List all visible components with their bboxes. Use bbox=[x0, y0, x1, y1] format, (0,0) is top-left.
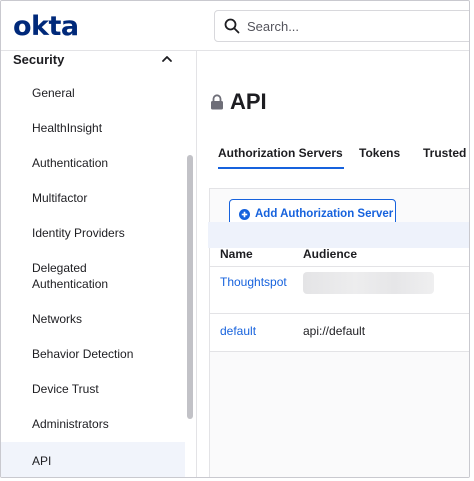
sidebar-item-label: API bbox=[32, 453, 52, 468]
tab-bar: Authorization Servers Tokens Trusted O bbox=[209, 143, 469, 169]
sidebar-item-networks[interactable]: Networks bbox=[1, 310, 185, 328]
search-icon bbox=[224, 18, 240, 34]
app-window: okta Security General HealthInsight Auth… bbox=[0, 0, 470, 478]
sidebar-item-label: HealthInsight bbox=[32, 121, 103, 135]
tab-label: Trusted O bbox=[423, 146, 469, 160]
chevron-up-icon[interactable] bbox=[161, 53, 173, 65]
column-header-audience: Audience bbox=[303, 247, 358, 261]
table-row: Thoughtspot bbox=[210, 267, 469, 314]
server-name-link[interactable]: Thoughtspot bbox=[220, 275, 287, 289]
lock-icon bbox=[211, 94, 223, 110]
sidebar-item-api[interactable]: API bbox=[1, 442, 185, 477]
sidebar-item-healthinsight[interactable]: HealthInsight bbox=[1, 119, 185, 137]
tab-authorization-servers[interactable]: Authorization Servers bbox=[218, 143, 344, 169]
sidebar-item-label: Authentication bbox=[32, 156, 109, 170]
page-title: API bbox=[210, 89, 267, 115]
audience-value: api://default bbox=[303, 324, 366, 338]
security-section-label: Security bbox=[13, 51, 65, 67]
sidebar-item-administrators[interactable]: Administrators bbox=[1, 415, 185, 433]
sidebar-item-delegated-authentication[interactable]: Delegated Authentication bbox=[1, 259, 185, 293]
sidebar-item-device-trust[interactable]: Device Trust bbox=[1, 380, 185, 398]
tab-tokens[interactable]: Tokens bbox=[359, 143, 400, 169]
sidebar-item-label: General bbox=[32, 86, 75, 100]
main-content: API Authorization Servers Tokens Trusted… bbox=[198, 51, 469, 477]
page-title-text: API bbox=[230, 89, 267, 114]
sidebar-item-identity-providers[interactable]: Identity Providers bbox=[1, 224, 185, 242]
plus-circle-icon bbox=[239, 208, 250, 220]
sidebar-item-label: Administrators bbox=[32, 417, 109, 431]
add-button-label: Add Authorization Server bbox=[255, 208, 394, 220]
column-header-name: Name bbox=[220, 247, 253, 261]
security-section-header[interactable]: Security bbox=[13, 51, 173, 67]
sidebar-item-label: Multifactor bbox=[32, 191, 88, 205]
sidebar-item-label: Identity Providers bbox=[32, 226, 125, 240]
tab-trusted-origins[interactable]: Trusted O bbox=[423, 143, 469, 169]
sidebar-item-multifactor[interactable]: Multifactor bbox=[1, 189, 185, 207]
sidebar-item-label: Behavior Detection bbox=[32, 347, 134, 361]
tab-label: Tokens bbox=[359, 146, 401, 160]
sidebar-item-label: Delegated Authentication bbox=[32, 261, 109, 291]
sidebar-item-label: Device Trust bbox=[32, 382, 99, 396]
server-name-link[interactable]: default bbox=[220, 324, 256, 338]
redacted-audience bbox=[303, 272, 434, 294]
search-box[interactable] bbox=[214, 10, 469, 42]
sidebar: Security General HealthInsight Authentic… bbox=[1, 51, 197, 477]
sidebar-item-general[interactable]: General bbox=[1, 84, 185, 102]
search-input[interactable] bbox=[247, 18, 447, 34]
okta-logo[interactable]: okta bbox=[13, 9, 79, 43]
sidebar-item-behavior-detection[interactable]: Behavior Detection bbox=[1, 345, 185, 363]
sidebar-scrollbar[interactable] bbox=[187, 155, 193, 419]
top-header: okta bbox=[1, 1, 469, 51]
table-footer-row bbox=[208, 222, 469, 248]
servers-table: Name Audience Thoughtspot default api://… bbox=[210, 238, 469, 352]
sidebar-item-authentication[interactable]: Authentication bbox=[1, 154, 185, 172]
tab-label: Authorization Servers bbox=[218, 146, 343, 160]
table-row: default api://default bbox=[210, 314, 469, 352]
logo-text: okta bbox=[13, 10, 79, 42]
sidebar-item-label: Networks bbox=[32, 312, 83, 326]
